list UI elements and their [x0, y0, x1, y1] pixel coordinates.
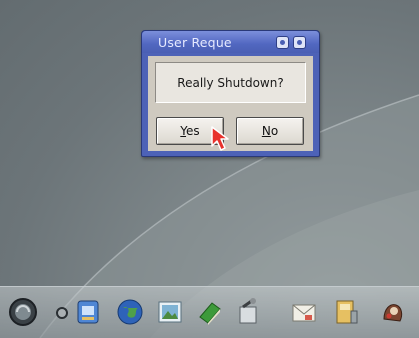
depth-button[interactable] [293, 36, 306, 49]
book-icon[interactable] [195, 297, 225, 327]
disk-icon[interactable] [331, 297, 361, 327]
dock-separator-dot [56, 307, 68, 319]
zoom-button[interactable] [276, 36, 289, 49]
dialog-message: Really Shutdown? [155, 62, 306, 103]
no-mnemonic: N [261, 124, 271, 138]
mouse-cursor-icon [211, 126, 229, 151]
game-icon[interactable] [378, 297, 408, 327]
mail-icon[interactable] [289, 297, 319, 327]
yes-label: es [186, 124, 200, 138]
toolbox-icon[interactable] [233, 297, 263, 327]
no-button[interactable]: No [236, 117, 304, 145]
dock-bar [0, 286, 419, 338]
globe-icon[interactable] [115, 297, 145, 327]
finder-icon[interactable] [73, 297, 103, 327]
desktop: User Reque Really Shutdown? Yes No [0, 0, 419, 338]
shutdown-icon[interactable] [8, 297, 38, 327]
dialog-title: User Reque [158, 35, 232, 50]
picture-icon[interactable] [155, 297, 185, 327]
dialog-titlebar[interactable]: User Reque [142, 31, 319, 53]
no-label: o [270, 124, 279, 138]
